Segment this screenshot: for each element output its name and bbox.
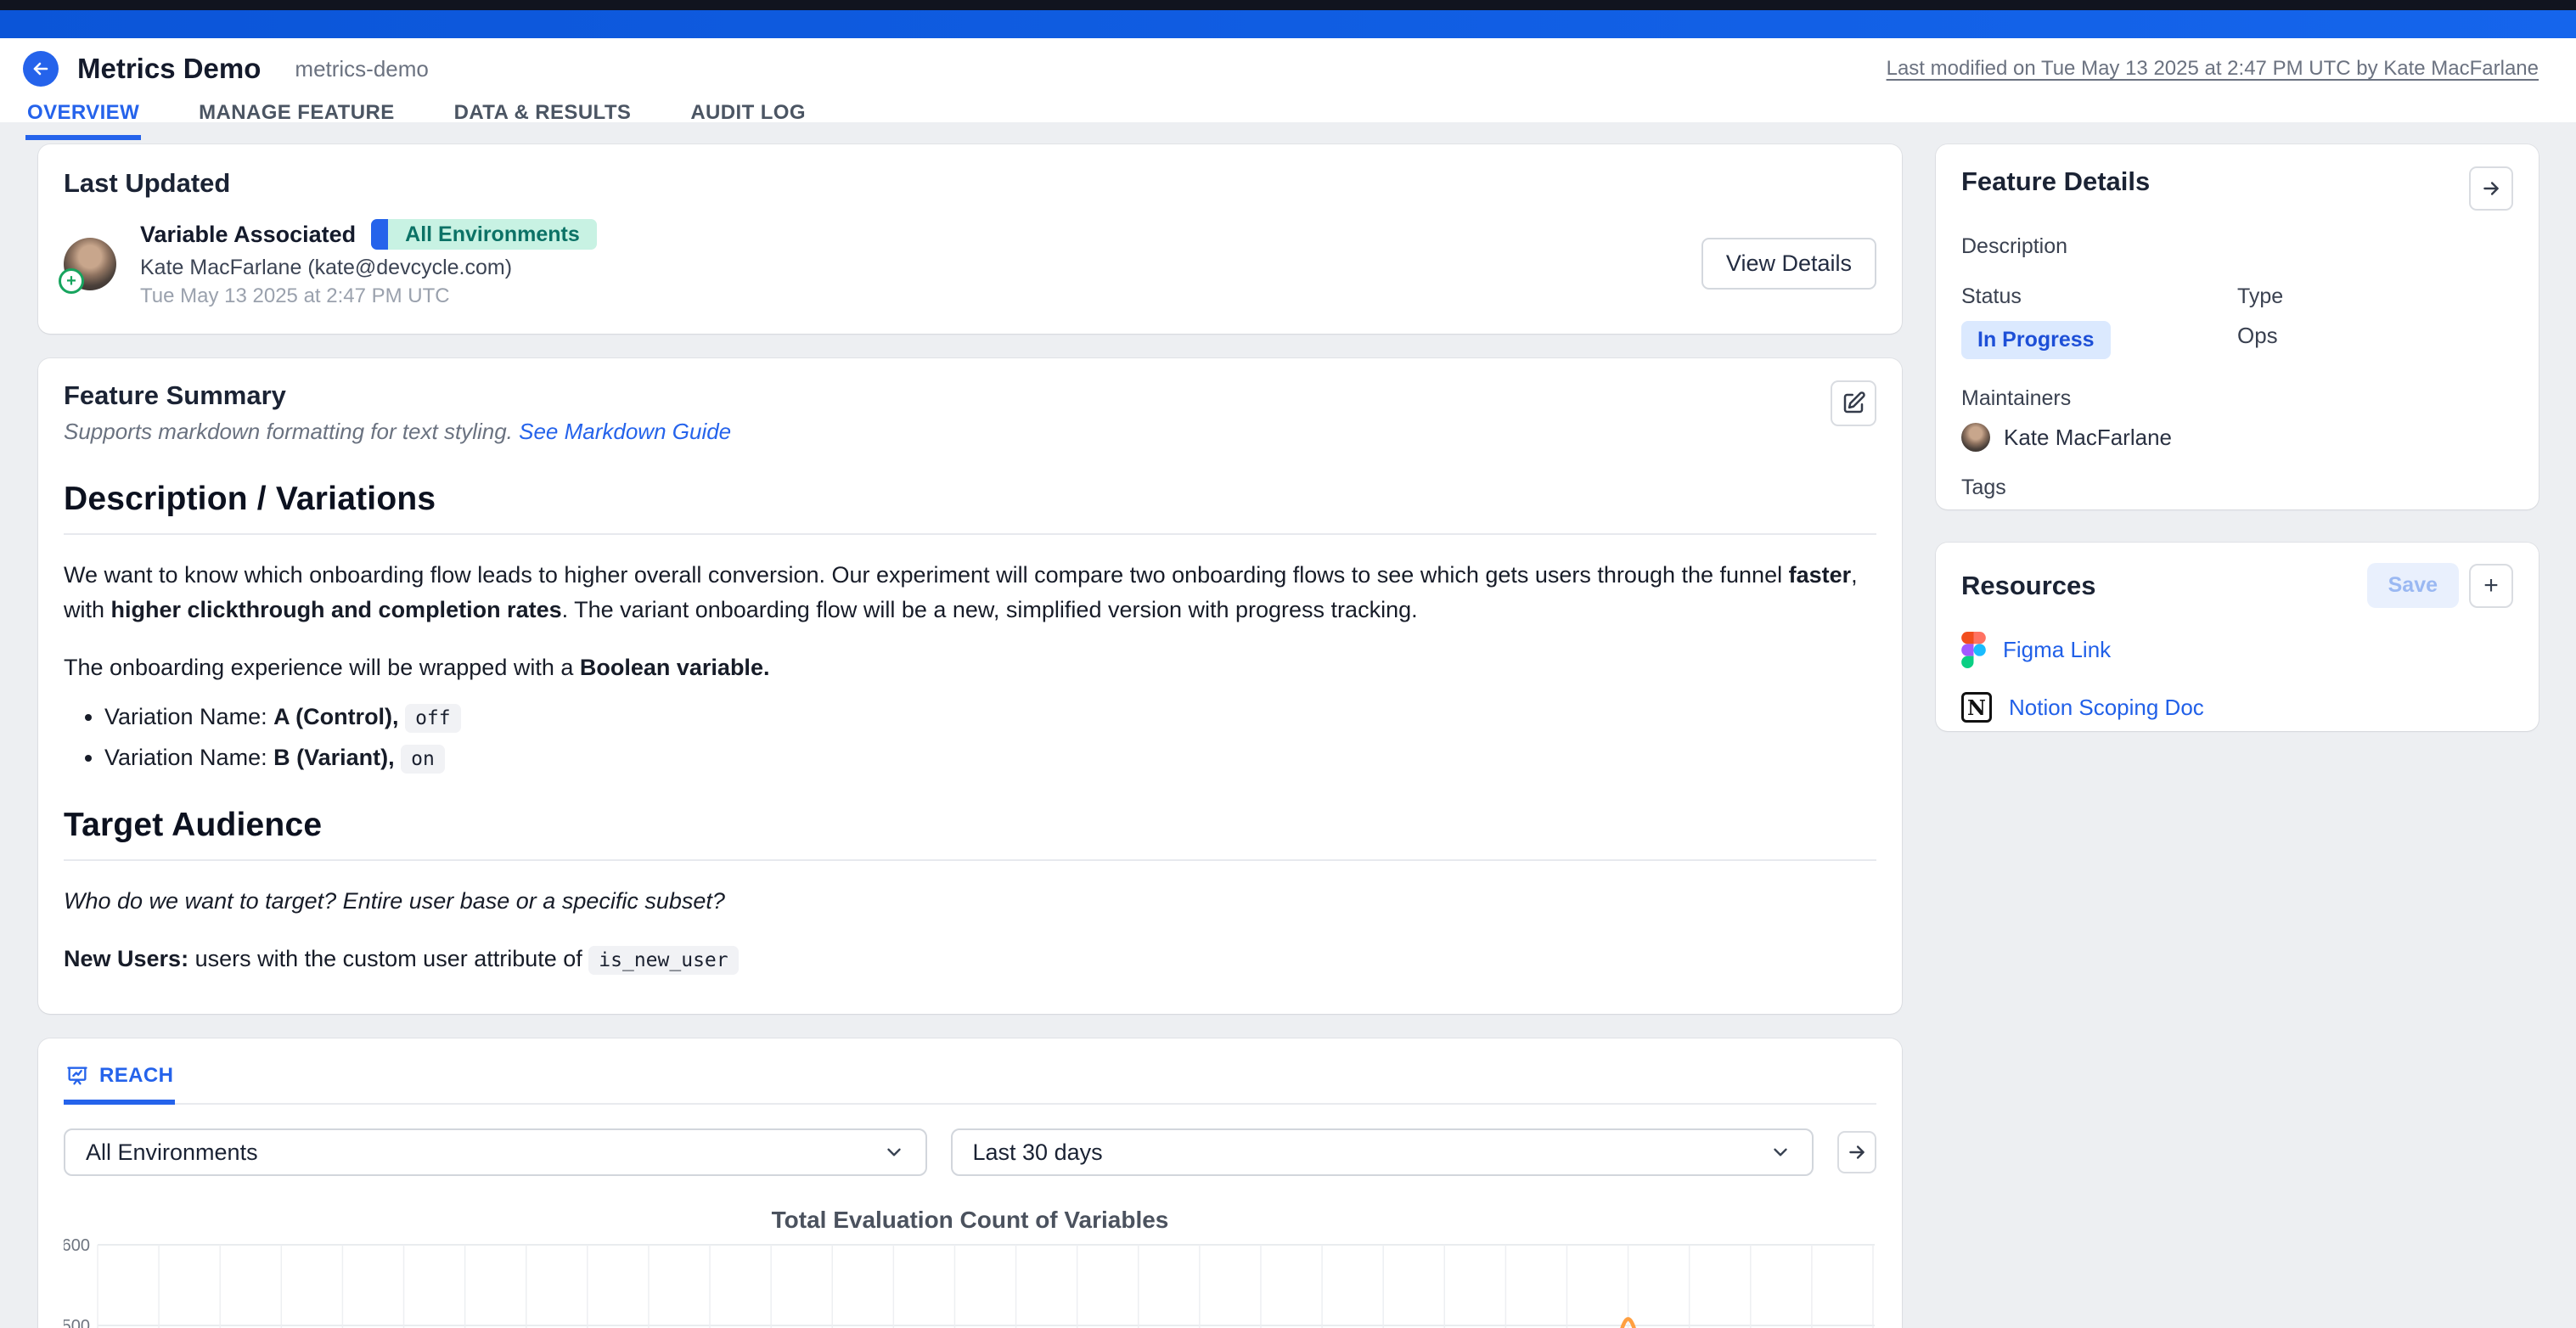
reach-tabbar: REACH: [64, 1057, 1876, 1105]
tab-manage-feature[interactable]: MANAGE FEATURE: [197, 96, 396, 140]
date-range-select-value: Last 30 days: [973, 1139, 1103, 1166]
audit-timestamp: Tue May 13 2025 at 2:47 PM UTC: [140, 284, 597, 308]
chevron-down-icon: [883, 1141, 905, 1163]
environment-select-value: All Environments: [86, 1139, 258, 1166]
target-audience-question: Who do we want to target? Entire user ba…: [64, 884, 1876, 919]
variation-item-variant: Variation Name: B (Variant), on: [104, 745, 1876, 771]
chart-title: Total Evaluation Count of Variables: [64, 1207, 1876, 1234]
date-range-select[interactable]: Last 30 days: [951, 1128, 1814, 1176]
arrow-right-icon: [1846, 1141, 1868, 1163]
open-details-button[interactable]: [2469, 166, 2513, 211]
view-details-button[interactable]: View Details: [1701, 238, 1876, 290]
status-label: Status: [1961, 284, 2237, 309]
variation-list: Variation Name: A (Control), off Variati…: [64, 704, 1876, 771]
add-resource-button[interactable]: +: [2469, 564, 2513, 608]
type-label: Type: [2237, 284, 2513, 309]
type-value: Ops: [2237, 323, 2513, 349]
description-paragraph-1: We want to know which onboarding flow le…: [64, 558, 1876, 627]
status-badge[interactable]: In Progress: [1961, 321, 2111, 359]
resource-link-figma[interactable]: Figma Link: [1961, 632, 2513, 668]
divider: [64, 859, 1876, 861]
feature-summary-card: Feature Summary Supports markdown format…: [38, 358, 1902, 1014]
maintainers-label: Maintainers: [1961, 386, 2513, 411]
description-paragraph-2: The onboarding experience will be wrappe…: [64, 650, 1876, 685]
edit-pencil-square-icon: [1841, 391, 1866, 416]
tab-audit-log[interactable]: AUDIT LOG: [689, 96, 807, 140]
resources-heading: Resources: [1961, 571, 2096, 601]
reach-tab-label: REACH: [99, 1064, 173, 1088]
figma-icon: [1961, 632, 1986, 668]
save-button[interactable]: Save: [2367, 563, 2459, 608]
environment-badge: All Environments: [371, 219, 597, 250]
presentation-chart-icon: [65, 1064, 89, 1088]
last-updated-card: Last Updated + Variable Associated All E…: [38, 144, 1902, 334]
feature-details-heading: Feature Details: [1961, 166, 2150, 197]
maintainer-name: Kate MacFarlane: [2004, 425, 2172, 451]
avatar-create-badge-icon: +: [59, 268, 84, 294]
target-audience-answer: New Users: users with the custom user at…: [64, 942, 1876, 978]
last-modified-text: Last modified on Tue May 13 2025 at 2:47…: [1887, 57, 2539, 81]
maintainer-row: Kate MacFarlane: [1961, 423, 2513, 452]
resources-card: Resources Save + Figma Link N Notion Sco…: [1936, 543, 2539, 731]
line-chart-canvas: 600500400: [64, 1237, 1876, 1328]
feature-summary-heading: Feature Summary: [64, 380, 731, 411]
page-title: Metrics Demo: [77, 53, 261, 85]
page-content: Last Updated + Variable Associated All E…: [0, 122, 2576, 1328]
markdown-guide-link[interactable]: See Markdown Guide: [519, 419, 731, 444]
arrow-right-icon: [2480, 177, 2502, 200]
audit-event-label: Variable Associated: [140, 222, 356, 248]
last-updated-heading: Last Updated: [64, 168, 1876, 199]
sidebar: Feature Details Description Status In Pr…: [1936, 144, 2539, 1328]
user-avatar: +: [64, 238, 116, 290]
feature-key: metrics-demo: [295, 56, 428, 82]
chevron-down-icon: [1769, 1141, 1791, 1163]
maintainer-avatar: [1961, 423, 1990, 452]
edit-summary-button[interactable]: [1831, 380, 1876, 426]
markdown-note: Supports markdown formatting for text st…: [64, 419, 519, 444]
description-variations-heading: Description / Variations: [64, 481, 1876, 518]
page-header: Metrics Demo metrics-demo Last modified …: [0, 38, 2576, 122]
reach-card: REACH All Environments Last 30 days: [38, 1038, 1902, 1328]
run-query-button[interactable]: [1837, 1131, 1876, 1173]
divider: [64, 533, 1876, 535]
target-audience-heading: Target Audience: [64, 807, 1876, 844]
tab-reach[interactable]: REACH: [64, 1057, 175, 1105]
variation-item-control: Variation Name: A (Control), off: [104, 704, 1876, 730]
window-top-bar: [0, 0, 2576, 10]
main-column: Last Updated + Variable Associated All E…: [38, 144, 1902, 1328]
evaluation-chart: 600500400: [64, 1237, 1876, 1328]
resource-link-notion[interactable]: N Notion Scoping Doc: [1961, 692, 2513, 723]
resource-link-label: Notion Scoping Doc: [2009, 695, 2204, 721]
environment-badge-label: All Environments: [388, 219, 597, 250]
audit-user: Kate MacFarlane (kate@devcycle.com): [140, 256, 597, 280]
svg-text:500: 500: [64, 1317, 90, 1328]
app-top-bar: [0, 10, 2576, 38]
environment-select[interactable]: All Environments: [64, 1128, 927, 1176]
feature-details-card: Feature Details Description Status In Pr…: [1936, 144, 2539, 509]
description-label: Description: [1961, 234, 2513, 259]
tab-data-results[interactable]: DATA & RESULTS: [453, 96, 633, 140]
tags-label: Tags: [1961, 475, 2513, 500]
back-button[interactable]: [23, 51, 59, 87]
resource-link-label: Figma Link: [2003, 637, 2111, 663]
svg-text:600: 600: [64, 1237, 90, 1255]
environment-badge-accent: [371, 219, 388, 250]
tab-overview[interactable]: OVERVIEW: [25, 96, 141, 140]
back-arrow-icon: [31, 59, 51, 79]
notion-icon: N: [1961, 692, 1992, 723]
